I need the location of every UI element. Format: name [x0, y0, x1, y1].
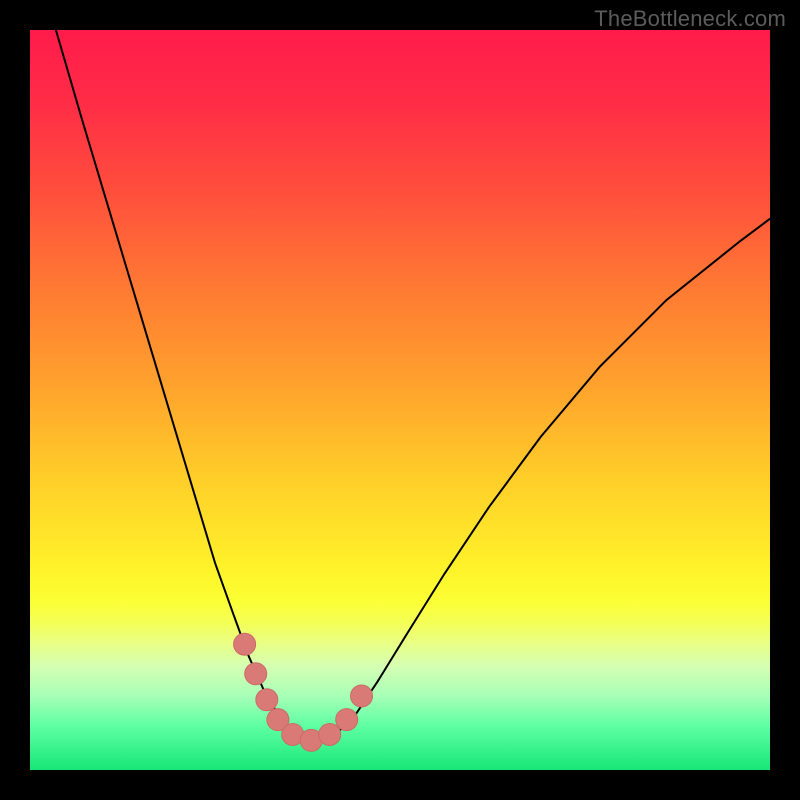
watermark-text: TheBottleneck.com: [594, 6, 786, 32]
data-marker: [351, 685, 373, 707]
data-marker: [245, 663, 267, 685]
bottleneck-chart: [30, 30, 770, 770]
chart-background: [30, 30, 770, 770]
data-marker: [256, 689, 278, 711]
chart-frame: TheBottleneck.com: [0, 0, 800, 800]
data-marker: [234, 633, 256, 655]
data-marker: [319, 723, 341, 745]
data-marker: [336, 709, 358, 731]
